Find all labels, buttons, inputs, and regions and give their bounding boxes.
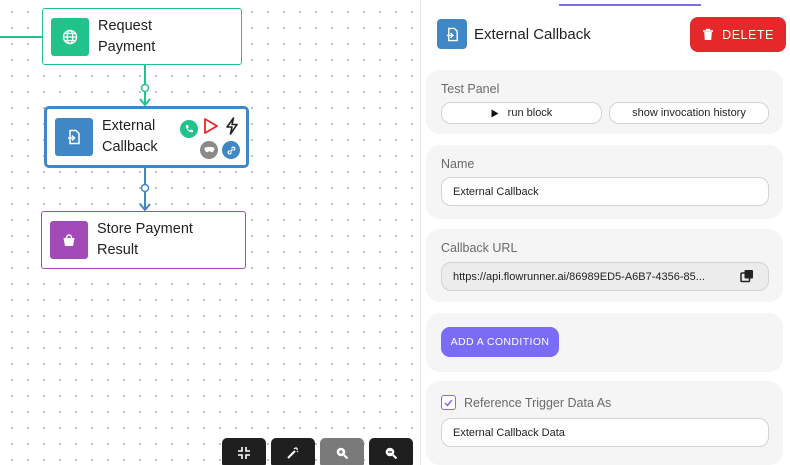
- callback-url-label: Callback URL: [441, 241, 518, 255]
- node-store-payment-result[interactable]: Store Payment Result: [41, 211, 246, 269]
- node-label: External Callback: [102, 118, 158, 155]
- trash-icon: [703, 28, 714, 40]
- invocation-history-button[interactable]: show invocation history: [609, 102, 769, 124]
- bag-icon: [50, 221, 88, 259]
- callback-icon: [55, 118, 93, 156]
- shrink-icon[interactable]: [222, 438, 266, 465]
- link-icon[interactable]: [222, 141, 240, 159]
- delete-button[interactable]: DELETE: [690, 17, 786, 52]
- globe-icon: [51, 17, 89, 56]
- edge-port: [140, 183, 150, 193]
- name-label: Name: [441, 157, 475, 171]
- node-badges-secondary: [200, 141, 240, 159]
- node-label: Store Payment Result: [97, 221, 193, 258]
- panel-title: External Callback: [474, 25, 591, 43]
- flow-canvas[interactable]: Request Payment External Callback Store …: [0, 0, 420, 465]
- check-icon: [444, 399, 453, 407]
- edge-port: [140, 83, 150, 93]
- panel-header: External Callback: [437, 19, 591, 49]
- zoom-controls: [222, 438, 413, 465]
- zoom-out-icon[interactable]: [369, 438, 413, 465]
- active-tab-indicator: [559, 0, 701, 6]
- phone-icon[interactable]: [180, 119, 198, 138]
- zoom-in-icon[interactable]: [320, 438, 364, 465]
- magic-wand-icon[interactable]: [271, 438, 315, 465]
- play-icon[interactable]: [203, 117, 219, 140]
- reference-field[interactable]: External Callback Data: [441, 418, 769, 447]
- mask-icon[interactable]: [200, 141, 218, 159]
- copy-icon[interactable]: [740, 269, 754, 288]
- node-badges: [180, 117, 240, 140]
- reference-label: Reference Trigger Data As: [464, 396, 612, 410]
- test-panel-card: Test Panel run block show invocation his…: [426, 70, 783, 134]
- run-block-button[interactable]: run block: [441, 102, 602, 124]
- play-icon: [491, 109, 499, 117]
- node-external-callback[interactable]: External Callback: [44, 106, 249, 168]
- node-label: Request Payment: [98, 17, 156, 55]
- callback-url-card: Callback URL https://api.flowrunner.ai/8…: [426, 229, 783, 302]
- reference-card: Reference Trigger Data As External Callb…: [426, 381, 783, 465]
- callback-icon: [437, 19, 467, 49]
- bolt-icon[interactable]: [224, 117, 240, 140]
- name-card: Name External Callback: [426, 145, 783, 219]
- test-panel-label: Test Panel: [441, 82, 500, 96]
- name-field[interactable]: External Callback: [441, 177, 769, 206]
- reference-checkbox[interactable]: [441, 395, 456, 410]
- add-condition-button[interactable]: ADD A CONDITION: [441, 327, 559, 357]
- delete-label: DELETE: [722, 27, 774, 42]
- node-request-payment[interactable]: Request Payment: [42, 8, 242, 65]
- callback-url-field[interactable]: https://api.flowrunner.ai/86989ED5-A6B7-…: [441, 262, 769, 291]
